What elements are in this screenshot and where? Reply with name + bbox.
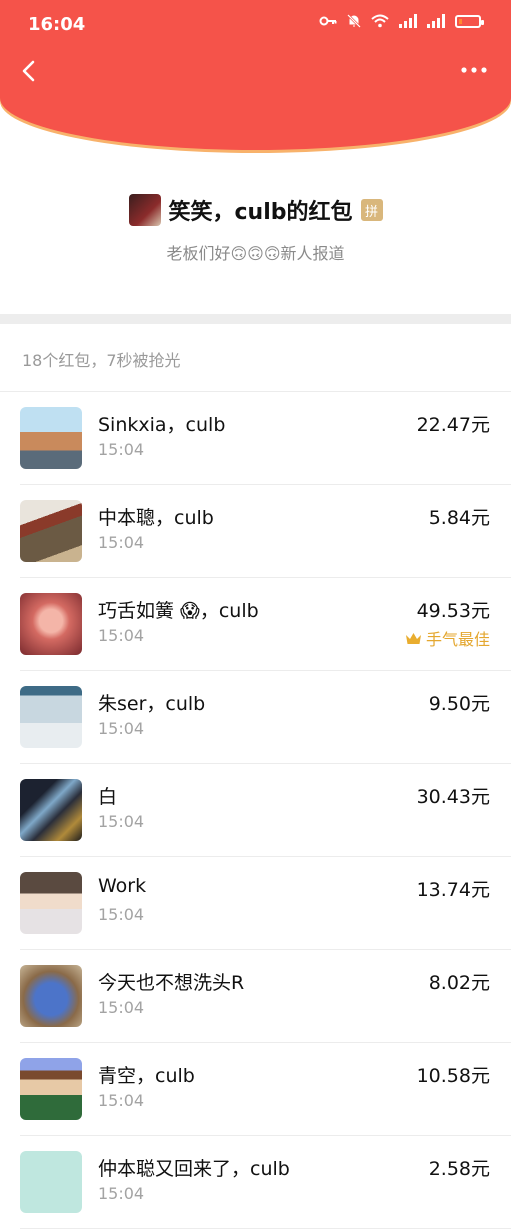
claim-amount: 10.58元 — [416, 1065, 490, 1087]
claim-time: 15:04 — [98, 533, 145, 552]
packet-title-row: 笑笑，culb的红包 拼 — [0, 194, 511, 226]
claim-summary: 18个红包，7秒被抢光 — [22, 351, 181, 370]
recipient-name: 巧舌如簧 😱，culb — [98, 600, 259, 622]
claim-time: 15:04 — [98, 998, 145, 1017]
avatar[interactable] — [20, 500, 82, 562]
claim-amount: 8.02元 — [428, 972, 490, 994]
claim-time: 15:04 — [98, 719, 145, 738]
back-chevron-icon[interactable] — [14, 56, 44, 86]
avatar[interactable] — [20, 686, 82, 748]
avatar[interactable] — [20, 965, 82, 1027]
recipient-name: 白 — [98, 786, 118, 808]
avatar[interactable] — [20, 593, 82, 655]
recipient-name: 朱ser，culb — [98, 693, 206, 715]
signal-icon — [399, 14, 417, 28]
section-divider — [0, 314, 511, 324]
red-packet-header: 16:04 — [0, 0, 511, 150]
avatar[interactable] — [20, 1058, 82, 1120]
recipient-row[interactable]: Sinkxia，culb 15:04 22.47元 — [20, 392, 511, 485]
best-luck-label: 手气最佳 — [425, 630, 490, 649]
recipient-name: 仲本聪又回来了，culb — [98, 1158, 290, 1180]
claim-amount: 9.50元 — [428, 693, 490, 715]
recipient-name: Sinkxia，culb — [98, 414, 226, 436]
recipient-list: Sinkxia，culb 15:04 22.47元 中本聰，culb 15:04… — [0, 391, 511, 1229]
mute-bell-icon — [347, 14, 361, 28]
packet-blessing: 老板们好🙃🙃🙃新人报道 — [166, 244, 345, 263]
recipient-row[interactable]: 仲本聪又回来了，culb 15:04 2.58元 — [20, 1136, 511, 1229]
crown-icon — [405, 632, 421, 644]
claim-time: 15:04 — [98, 1184, 145, 1203]
group-packet-badge: 拼 — [360, 199, 383, 221]
recipient-name: 中本聰，culb — [98, 507, 214, 529]
claim-time: 15:04 — [98, 626, 145, 645]
recipient-row[interactable]: 白 15:04 30.43元 — [20, 764, 511, 857]
claim-amount: 49.53元 — [416, 600, 490, 622]
claim-amount: 22.47元 — [416, 414, 490, 436]
recipient-row[interactable]: 朱ser，culb 15:04 9.50元 — [20, 671, 511, 764]
more-options-icon[interactable] — [459, 58, 489, 82]
claim-time: 15:04 — [98, 812, 145, 831]
avatar[interactable] — [20, 407, 82, 469]
battery-icon — [455, 14, 484, 28]
recipient-name: 青空，culb — [98, 1065, 195, 1087]
avatar[interactable] — [20, 872, 82, 934]
recipient-row[interactable]: 中本聰，culb 15:04 5.84元 — [20, 485, 511, 578]
best-luck-badge: 手气最佳 — [405, 626, 490, 650]
claim-amount: 13.74元 — [416, 879, 490, 901]
recipient-row[interactable]: Work 15:04 13.74元 — [20, 857, 511, 950]
claim-amount: 30.43元 — [416, 786, 490, 808]
claim-amount: 5.84元 — [428, 507, 490, 529]
status-bar: 16:04 — [0, 0, 511, 50]
recipient-row[interactable]: 青空，culb 15:04 10.58元 — [20, 1043, 511, 1136]
key-icon — [319, 16, 337, 26]
recipient-row[interactable]: 巧舌如簧 😱，culb 15:04 49.53元 手气最佳 — [20, 578, 511, 671]
wifi-icon — [371, 14, 389, 28]
claim-time: 15:04 — [98, 1091, 145, 1110]
recipient-name: Work — [98, 875, 147, 897]
claim-time: 15:04 — [98, 905, 145, 924]
claim-amount: 2.58元 — [428, 1158, 490, 1180]
signal-icon — [427, 14, 445, 28]
packet-title: 笑笑，culb的红包 — [168, 200, 353, 225]
sender-avatar — [128, 194, 161, 226]
claim-time: 15:04 — [98, 440, 145, 459]
recipient-row[interactable]: 今天也不想洗头R 15:04 8.02元 — [20, 950, 511, 1043]
recipient-name: 今天也不想洗头R — [98, 972, 245, 994]
status-time: 16:04 — [28, 14, 86, 35]
avatar[interactable] — [20, 1151, 82, 1213]
status-icons — [319, 14, 484, 28]
avatar[interactable] — [20, 779, 82, 841]
